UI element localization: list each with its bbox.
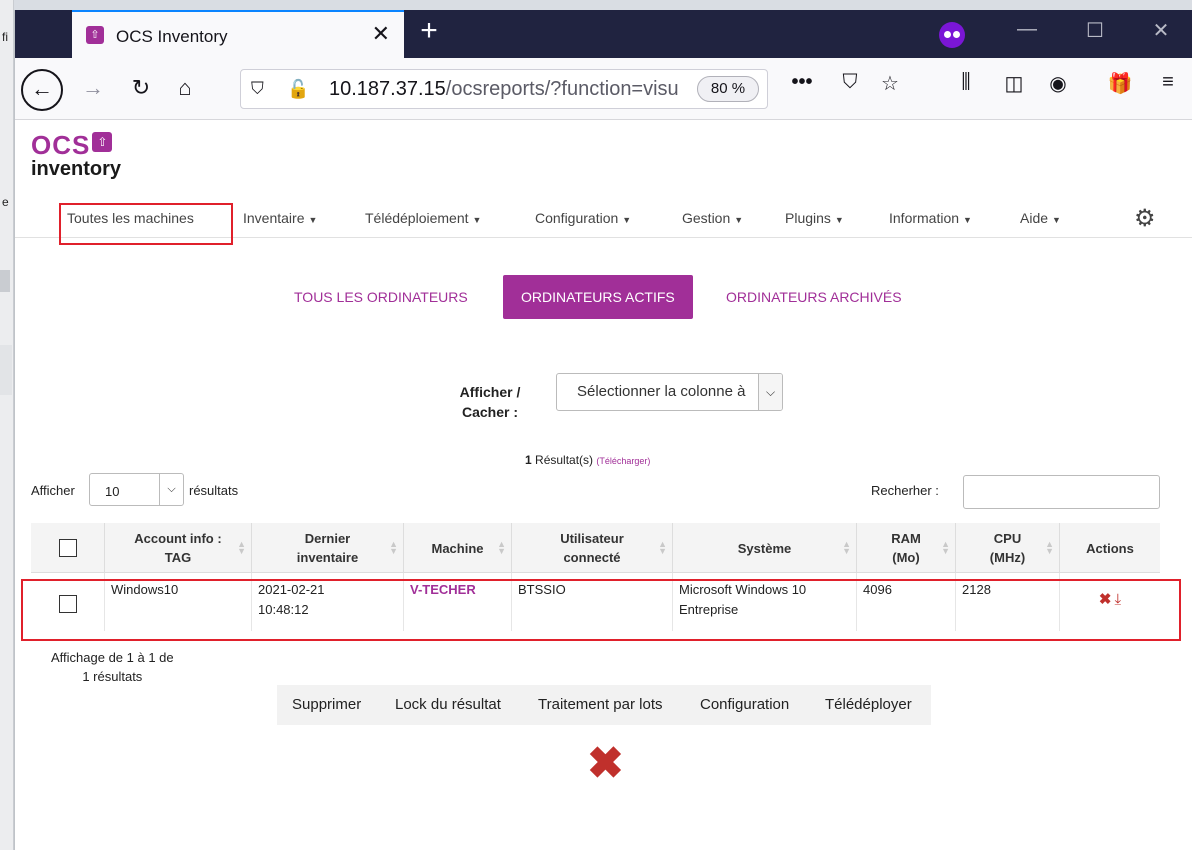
tab-title: OCS Inventory [116,27,228,46]
table-header: Account info : TAG ▲ ▼ Dernier inventaire ▲… [31,523,1160,573]
results-count: 1 Résultat(s) (Télécharger) [525,453,651,467]
tab-all-computers[interactable]: TOUS LES ORDINATEURS [294,275,468,319]
column-select[interactable]: Sélectionner la colonne à ⌵ [556,373,783,411]
url-bar[interactable]: ⛉ 🔓 10.187.37.15/ocsreports/?function=vi… [240,69,768,109]
sort-icon: ▲ ▼ [497,539,506,556]
back-button[interactable]: ← [21,69,63,111]
forward-button[interactable]: → [75,71,111,107]
sort-icon: ▲ ▼ [389,539,398,556]
chevron-down-icon: ▼ [734,215,744,225]
select-all-checkbox[interactable] [59,539,77,557]
header-cpu[interactable]: CPU (MHz) ▲ ▼ [956,523,1060,573]
header-user[interactable]: Utilisateur connecté ▲ ▼ [512,523,673,573]
chevron-down-icon: ▼ [963,215,972,225]
sort-icon: ▲ ▼ [658,539,667,556]
computer-filter-tabs: TOUS LES ORDINATEURS ORDINATEURS ACTIFS … [15,275,1192,319]
header-select-all [31,523,105,573]
menu-teledeploiement[interactable]: Télédéploiement ▼ [365,210,481,226]
batch-processing-button[interactable]: Traitement par lots [538,696,663,713]
zoom-level-badge[interactable]: 80 % [697,76,759,102]
logo-upload-icon: ⇧ [92,132,113,152]
whats-new-gift-icon[interactable]: 🎁 [1103,71,1137,96]
menu-information[interactable]: Information ▼ [889,210,972,226]
sort-icon: ▲ ▼ [1045,539,1054,556]
close-window-button[interactable]: ✕ [1141,18,1181,43]
sidebar-icon[interactable]: ◫ [997,71,1031,96]
header-system[interactable]: Système ▲ ▼ [673,523,857,573]
chevron-down-icon: ▼ [472,215,482,225]
app-menu-icon[interactable]: ≡ [1151,71,1185,94]
page-length-select[interactable]: 10 ⌵ [89,473,184,506]
chevron-down-icon: ⌵ [159,474,183,505]
header-tag[interactable]: Account info : TAG ▲ ▼ [105,523,252,573]
header-last-inventory[interactable]: Dernier inventaire ▲ ▼ [252,523,404,573]
menu-inventaire[interactable]: Inventaire ▼ [243,210,317,226]
header-machine[interactable]: Machine ▲ ▼ [404,523,512,573]
chevron-down-icon: ⌵ [758,374,782,410]
minimize-button[interactable]: — [1007,18,1047,41]
header-ram[interactable]: RAM (Mo) ▲ ▼ [857,523,956,573]
private-browsing-icon [939,22,965,48]
background-text-fragment: e [2,195,9,209]
search-label: Recherher : [871,483,939,498]
background-panel [0,345,12,395]
configuration-button[interactable]: Configuration [700,696,789,713]
menu-plugins[interactable]: Plugins ▼ [785,210,844,226]
background-text-fragment: fi [2,30,8,44]
chevron-down-icon: ▼ [834,215,844,225]
url-text[interactable]: 10.187.37.15/ocsreports/?function=visu [329,78,684,101]
account-icon[interactable]: ◉ [1041,71,1075,96]
chevron-down-icon: ▼ [622,215,632,225]
tab-strip: ⇧ OCS Inventory ✕ + — ☐ ✕ [15,10,1192,58]
new-tab-button[interactable]: + [413,16,445,48]
delete-button[interactable]: Supprimer [292,696,361,713]
menu-gestion[interactable]: Gestion ▼ [682,210,743,226]
menu-aide[interactable]: Aide ▼ [1020,210,1061,226]
gear-icon[interactable]: ⚙ [1134,204,1156,233]
pocket-icon[interactable]: ⛉ [833,71,867,94]
sort-icon: ▲ ▼ [941,539,950,556]
search-input[interactable] [963,475,1160,509]
background-scroll-element [0,270,10,292]
maximize-button[interactable]: ☐ [1075,18,1115,43]
show-hide-label: Afficher / Cacher : [459,384,521,420]
ocs-favicon-icon: ⇧ [86,26,104,44]
lock-result-button[interactable]: Lock du résultat [395,696,501,713]
page-actions-menu-icon[interactable]: ••• [785,71,819,94]
deploy-button[interactable]: Télédéployer [825,696,912,713]
delete-selected-icon[interactable]: ✖ [587,742,624,786]
chevron-down-icon: ▼ [1052,215,1061,225]
chevron-down-icon: ▼ [308,215,318,225]
tab-archived-computers[interactable]: ORDINATEURS ARCHIVÉS [726,275,902,319]
reload-button[interactable]: ↻ [123,71,159,107]
tracking-shield-icon[interactable]: ⛉ [251,79,264,99]
table-info: Affichage de 1 à 1 de 1 résultats [51,650,174,684]
close-tab-icon[interactable]: ✕ [372,22,390,46]
ocs-page: OCS ⇧ inventory Toutes les machines Inven… [15,120,1192,850]
header-actions: Actions [1086,540,1134,556]
bulk-actions-bar: Supprimer Lock du résultat Traitement pa… [277,685,931,725]
library-icon[interactable]: ⫼ [949,71,983,94]
sort-icon: ▲ ▼ [237,539,246,556]
browser-tab[interactable]: ⇧ OCS Inventory ✕ [72,10,404,58]
download-link[interactable]: (Télécharger) [596,456,650,466]
menu-configuration[interactable]: Configuration ▼ [535,210,631,226]
sort-icon: ▲ ▼ [842,539,851,556]
home-button[interactable]: ⌂ [167,71,203,107]
tab-active-computers[interactable]: ORDINATEURS ACTIFS [503,275,693,319]
bookmark-star-icon[interactable]: ☆ [873,71,907,96]
nav-toolbar: ← → ↻ ⌂ ⛉ 🔓 10.187.37.15/ocsreports/?fun… [15,58,1192,120]
background-window: fi e [0,0,14,850]
insecure-lock-icon[interactable]: 🔓 [287,79,309,100]
ocs-inventory-logo[interactable]: OCS ⇧ inventory [31,132,121,179]
highlight-all-machines-annotation [59,203,233,245]
browser-window: ⇧ OCS Inventory ✕ + — ☐ ✕ ← → ↻ ⌂ ⛉ 🔓 10… [14,10,1192,850]
highlight-row-annotation [21,579,1181,641]
